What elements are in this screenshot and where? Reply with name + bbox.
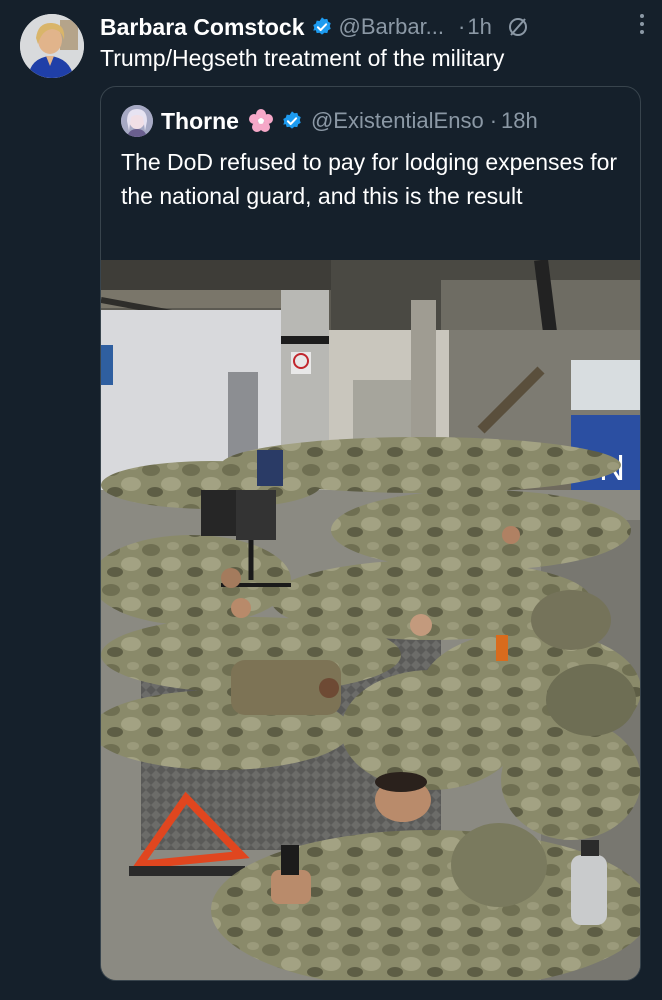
quoted-tweet[interactable]: Thorne @ExistentialEnso · 18h The DoD re… <box>100 86 641 981</box>
quote-photo[interactable]: N <box>101 259 640 980</box>
quote-text: The DoD refused to pay for lodging expen… <box>121 149 618 209</box>
quote-avatar[interactable] <box>121 105 153 137</box>
quote-author-handle[interactable]: @ExistentialEnso <box>311 108 484 134</box>
author-name[interactable]: Barbara Comstock <box>100 14 305 41</box>
photo-soldiers-sleeping-on-floor: N <box>101 259 640 980</box>
quote-author-name[interactable]: Thorne <box>161 108 239 135</box>
verified-badge-icon <box>311 16 333 38</box>
author-handle[interactable]: @Barbar... <box>339 14 445 40</box>
more-icon[interactable] <box>640 14 644 34</box>
quote-separator-dot: · <box>489 108 498 133</box>
edited-icon[interactable] <box>506 15 530 39</box>
separator-dot: · <box>458 14 466 39</box>
quote-verified-badge-icon <box>281 110 303 132</box>
avatar[interactable] <box>20 14 84 78</box>
cherry-blossom-icon <box>247 107 275 135</box>
quote-timestamp[interactable]: 18h <box>501 108 538 134</box>
tweet-text: Trump/Hegseth treatment of the military <box>100 45 505 71</box>
timestamp[interactable]: 1h <box>467 14 491 40</box>
